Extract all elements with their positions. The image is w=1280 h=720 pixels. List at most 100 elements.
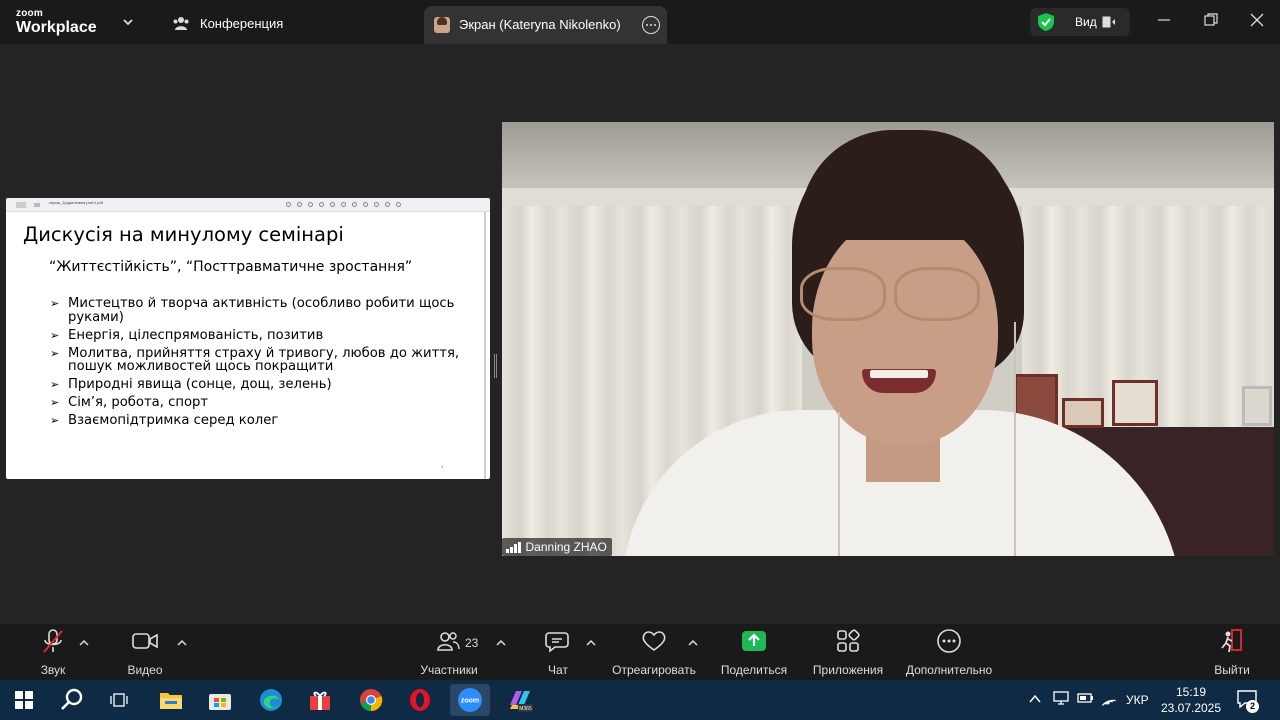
leave-icon [1221,629,1242,653]
apps-label: Приложения [812,663,884,677]
apps-button[interactable]: Приложения [810,628,886,677]
zoom-workplace-logo: zoom Workplace [16,9,97,36]
slide-title: Дискусія на минулому семінарі [23,223,344,246]
wifi-icon[interactable] [1100,690,1118,706]
screen-share-tab[interactable]: Экран (Kateryna Nikolenko) [424,6,667,44]
notification-center-icon[interactable]: 2 [1236,689,1259,714]
minimize-icon[interactable] [1156,12,1172,28]
clock[interactable]: 15:19 23.07.2025 [1158,684,1224,716]
leave-button[interactable]: Выйти [1210,628,1254,677]
notification-count: 2 [1246,700,1259,713]
more-dots-icon [937,629,961,653]
tray-chevron-up-icon[interactable] [1028,693,1042,705]
shield-check-icon [1038,13,1054,31]
screen-tab-label: Экран (Kateryna Nikolenko) [459,17,621,32]
more-label: Дополнительно [905,663,993,677]
chat-caret-icon[interactable] [585,638,597,648]
logo-bottom-text: Workplace [16,19,97,36]
zoom-icon[interactable]: zoom [450,684,490,716]
slide-page-marker: 4 [441,464,444,469]
file-explorer-icon[interactable] [151,684,191,716]
share-button[interactable]: Поделиться [718,628,790,677]
react-caret-icon[interactable] [687,638,699,648]
conference-label: Конференция [200,15,284,31]
chat-bubble-icon [545,632,569,653]
more-options-icon[interactable] [642,16,660,34]
react-button[interactable]: Отреагировать [610,628,698,677]
chat-button[interactable]: Чат [538,628,578,677]
meeting-controls: Звук Видео Участники 23 Чат Отреагироват… [0,624,1280,680]
m365-icon[interactable]: M365 [500,684,540,716]
participants-count: 23 [465,636,479,650]
display-icon[interactable] [1053,690,1069,706]
share-screen-icon [742,631,766,651]
clock-date: 23.07.2025 [1160,701,1222,715]
list-item: Природні явища (сонце, дощ, зелень) [50,378,475,392]
chrome-icon[interactable] [351,684,391,716]
battery-icon[interactable] [1077,690,1095,706]
video-caret-icon[interactable] [176,638,188,648]
participant-name-tag: Danning ZHAO [502,538,612,556]
video-photo-frame [1242,386,1272,426]
more-button[interactable]: Дополнительно [902,628,996,677]
language-indicator[interactable]: УКР [1126,693,1149,707]
store-icon[interactable] [200,684,240,716]
windows-taskbar: zoom M365 УКР 15:19 23.07.2025 2 [0,680,1280,720]
video-photo-frame [1062,398,1104,428]
svg-text:M365: M365 [519,706,532,712]
view-button[interactable]: Вид [1030,8,1130,36]
slide-bullet-list: Мистецтво й творча активність (особливо … [50,297,475,432]
clock-time: 15:19 [1175,685,1207,699]
video-button[interactable]: Видео [120,628,170,677]
list-item: Молитва, прийняття страху й тривогу, люб… [50,346,475,374]
audio-button[interactable]: Звук [36,628,70,677]
list-item: Енергія, цілеспрямованість, позитив [50,328,475,343]
svg-text:zoom: zoom [461,698,479,705]
microphone-muted-icon [43,629,63,653]
leave-label: Выйти [1214,663,1250,677]
video-person-face [812,214,998,444]
sidebar-toggle-icon [16,202,40,208]
shared-screen-slide: серия_1(адаптивна part ii.pdf Дискусія н… [6,198,490,479]
audio-label: Звук [40,663,66,677]
signal-bars-icon [506,541,521,553]
conference-tab[interactable]: Конференция [172,15,283,31]
list-item: Сім’я, робота, спорт [50,396,475,410]
edge-icon[interactable] [251,684,291,716]
list-item: Мистецтво й творча активність (особливо … [50,297,475,324]
logo-top-text: zoom [16,8,43,19]
video-glasses-left [800,267,886,321]
slide-scrollbar [484,212,486,479]
pdf-file-name: серия_1(адаптивна part ii.pdf [49,200,103,205]
chevron-down-icon[interactable] [120,14,136,30]
search-icon[interactable] [52,684,92,716]
close-icon[interactable] [1249,12,1265,28]
participant-video[interactable] [502,122,1274,556]
video-camera-icon [132,633,158,649]
pdf-tools [286,202,401,207]
participants-label: Участники [420,663,478,677]
view-label: Вид [1075,15,1097,29]
participants-icon [437,632,460,651]
video-photo-frame [1112,380,1158,426]
restore-icon[interactable] [1203,12,1219,28]
video-earphone-wire [838,412,840,556]
video-person-teeth [870,370,928,378]
windows-start-icon[interactable] [4,684,44,716]
chat-label: Чат [548,663,568,677]
share-label: Поделиться [720,663,788,677]
gift-icon[interactable] [300,684,340,716]
participants-caret-icon[interactable] [495,638,507,648]
video-glasses-right [894,267,980,321]
slide-subtitle: “Життєстійкість”, “Посттравматичне зрост… [49,259,413,275]
apps-icon [837,629,860,652]
view-layout-icon [1102,16,1115,28]
split-resize-handle[interactable] [494,354,497,378]
task-view-icon[interactable] [100,684,140,716]
title-bar: zoom Workplace Конференция Экран (Katery… [0,0,1280,44]
opera-icon[interactable] [400,684,440,716]
video-earphone-wire [1014,322,1016,556]
video-label: Видео [127,663,163,677]
audio-caret-icon[interactable] [78,638,90,648]
presenter-avatar [434,17,450,33]
